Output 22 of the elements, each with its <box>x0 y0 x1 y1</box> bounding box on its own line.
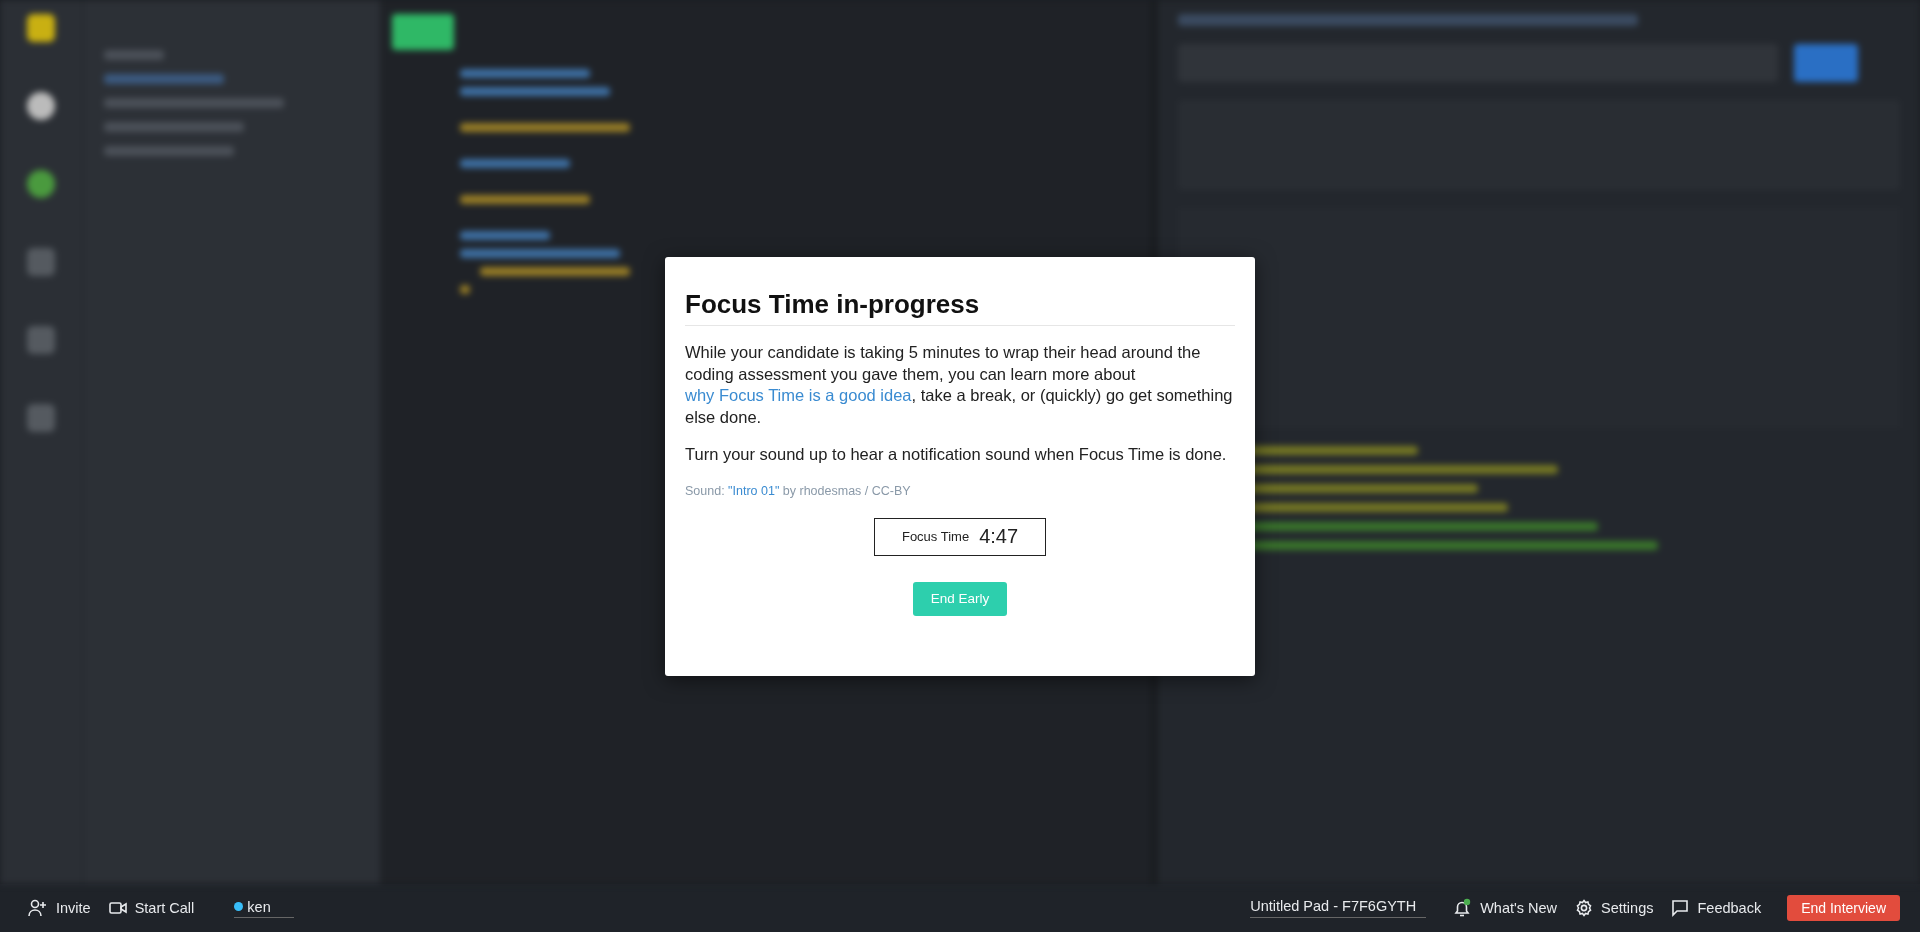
add-user-icon <box>28 899 48 917</box>
pad-name-field[interactable]: Untitled Pad - F7F6GYTH <box>1250 898 1427 918</box>
focus-time-link[interactable]: why Focus Time is a good idea <box>685 386 912 404</box>
dialog-title: Focus Time in-progress <box>685 287 1235 326</box>
whats-new-button[interactable]: What's New <box>1452 898 1558 918</box>
user-name-field[interactable]: ken <box>234 898 295 918</box>
speech-bubble-icon <box>1671 899 1690 917</box>
invite-button[interactable]: Invite <box>28 899 91 917</box>
settings-button[interactable]: Settings <box>1575 899 1654 917</box>
timer-label: Focus Time <box>901 529 970 544</box>
video-camera-icon <box>108 901 127 915</box>
bell-icon <box>1452 898 1473 918</box>
dialog-paragraph: Turn your sound up to hear a notification sound when Focus Time is done. <box>685 444 1228 465</box>
dialog-paragraph: While your candidate is taking 5 minutes to wrap their head around the coding assessment you gave them, you can learn more about why Focus Time is a good idea, take a break, or (quickly) go get something else done. <box>685 342 1234 428</box>
sound-credit: Sound: "Intro 01" by rhodesmas / CC-BY <box>685 483 912 498</box>
settings-icon <box>1575 899 1594 917</box>
timer-value: 4:47 <box>979 525 1019 548</box>
end-interview-button[interactable]: End Interview <box>1787 895 1900 921</box>
start-call-button[interactable]: Start Call <box>108 900 195 916</box>
feedback-button[interactable]: Feedback <box>1671 899 1762 917</box>
sound-link[interactable]: "Intro 01" <box>728 483 780 498</box>
online-dot <box>234 902 244 911</box>
